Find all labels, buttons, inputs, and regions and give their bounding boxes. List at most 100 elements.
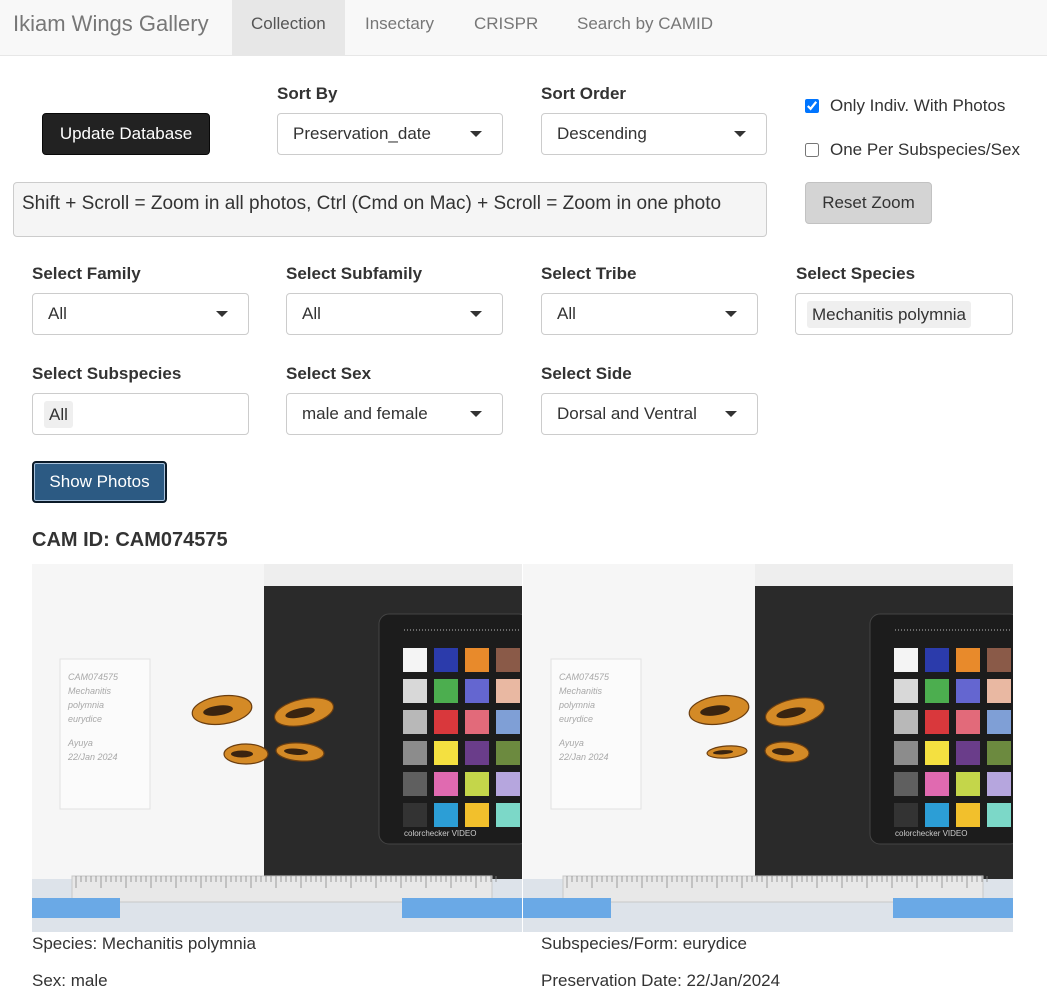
label-handwriting: 22/Jan 2024 — [558, 752, 609, 762]
tab-insectary[interactable]: Insectary — [346, 0, 453, 56]
chevron-down-icon — [725, 411, 737, 417]
sort-by-select[interactable]: Preservation_date — [277, 113, 503, 155]
sort-order-value: Descending — [557, 124, 647, 143]
checker-patch — [987, 803, 1011, 827]
species-label: Select Species — [796, 264, 916, 283]
tribe-label: Select Tribe — [541, 264, 637, 283]
checker-patch — [956, 772, 980, 796]
checker-patch — [894, 710, 918, 734]
checker-patch — [925, 772, 949, 796]
checker-patch — [925, 679, 949, 703]
checker-patch — [956, 679, 980, 703]
tab-collection[interactable]: Collection — [232, 0, 345, 56]
checker-patch — [434, 648, 458, 672]
checker-patch — [496, 679, 520, 703]
checker-patch — [894, 772, 918, 796]
species-info: Species: Mechanitis polymnia — [32, 934, 256, 953]
family-select[interactable]: All — [32, 293, 249, 335]
blue-tape-right — [893, 898, 1013, 918]
side-select[interactable]: Dorsal and Ventral — [541, 393, 758, 435]
checker-text: colorchecker VIDEO — [404, 829, 476, 838]
wing-marking — [231, 750, 253, 758]
sort-order-label: Sort Order — [541, 84, 627, 103]
ventral-photo-image: CAM074575 Mechanitis polymnia eurydice Ayuya… — [523, 564, 1013, 932]
one-per-subspecies-checkbox[interactable] — [805, 143, 819, 157]
checker-patch — [894, 679, 918, 703]
brand-title[interactable]: Ikiam Wings Gallery — [13, 10, 209, 38]
tribe-select[interactable]: All — [541, 293, 758, 335]
checker-patch — [956, 803, 980, 827]
checker-patch — [434, 772, 458, 796]
chevron-down-icon — [470, 411, 482, 417]
label-handwriting: Ayuya — [558, 738, 584, 748]
checker-patch — [403, 803, 427, 827]
checker-patch — [987, 679, 1011, 703]
reset-zoom-button[interactable]: Reset Zoom — [805, 182, 932, 224]
checker-patch — [403, 648, 427, 672]
chevron-down-icon — [470, 131, 482, 137]
checker-patch — [403, 741, 427, 765]
checker-patch — [496, 803, 520, 827]
tab-crispr[interactable]: CRISPR — [455, 0, 557, 56]
species-chip[interactable]: Mechanitis polymnia — [807, 301, 972, 328]
checker-patch — [496, 741, 520, 765]
dorsal-photo[interactable]: CAM074575 Mechanitis polymnia eurydice Ayuya… — [32, 564, 522, 932]
checker-patch — [465, 741, 489, 765]
checker-text: colorchecker VIDEO — [895, 829, 967, 838]
checker-patch — [434, 803, 458, 827]
label-handwriting: Ayuya — [67, 738, 93, 748]
checker-patch — [987, 648, 1011, 672]
checker-patch — [496, 648, 520, 672]
sex-value: male and female — [302, 404, 428, 423]
label-handwriting: Mechanitis — [68, 686, 112, 696]
subfamily-label: Select Subfamily — [286, 264, 423, 283]
ventral-photo[interactable]: CAM074575 Mechanitis polymnia eurydice Ayuya… — [523, 564, 1013, 932]
subfamily-select[interactable]: All — [286, 293, 503, 335]
checker-patch — [894, 648, 918, 672]
label-handwriting: eurydice — [68, 714, 102, 724]
sex-info: Sex: male — [32, 971, 108, 990]
checker-patch — [894, 741, 918, 765]
checker-patch — [925, 710, 949, 734]
only-with-photos-option[interactable]: Only Indiv. With Photos — [805, 95, 1035, 117]
blue-tape-left — [523, 898, 611, 918]
show-photos-button[interactable]: Show Photos — [32, 461, 167, 503]
blue-tape-right — [402, 898, 522, 918]
checker-patch — [465, 648, 489, 672]
subspecies-label: Select Subspecies — [32, 364, 182, 383]
subspecies-chip[interactable]: All — [44, 401, 73, 428]
sort-order-select[interactable]: Descending — [541, 113, 767, 155]
blue-tape-left — [32, 898, 120, 918]
checker-patch — [465, 710, 489, 734]
checker-patch — [925, 648, 949, 672]
only-with-photos-label: Only Indiv. With Photos — [830, 96, 1006, 115]
update-database-button[interactable]: Update Database — [42, 113, 210, 155]
only-with-photos-checkbox[interactable] — [805, 99, 819, 113]
preservation-date-info: Preservation Date: 22/Jan/2024 — [541, 971, 781, 990]
label-handwriting: polymnia — [558, 700, 595, 710]
checker-patch — [403, 710, 427, 734]
one-per-subspecies-option[interactable]: One Per Subspecies/Sex — [805, 139, 1035, 161]
chevron-down-icon — [734, 131, 746, 137]
sort-by-value: Preservation_date — [293, 124, 431, 143]
species-select[interactable]: Mechanitis polymnia — [795, 293, 1013, 335]
label-handwriting: polymnia — [67, 700, 104, 710]
checker-patch — [403, 772, 427, 796]
checker-patch — [403, 679, 427, 703]
family-value: All — [48, 304, 67, 323]
checker-patch — [465, 803, 489, 827]
subspecies-select[interactable]: All — [32, 393, 249, 435]
checker-patch — [434, 741, 458, 765]
navbar: Ikiam Wings Gallery Collection Insectary… — [0, 0, 1047, 56]
tribe-value: All — [557, 304, 576, 323]
zoom-hint: Shift + Scroll = Zoom in all photos, Ctr… — [13, 182, 767, 237]
side-value: Dorsal and Ventral — [557, 404, 697, 423]
chevron-down-icon — [470, 311, 482, 317]
tab-search-by-camid[interactable]: Search by CAMID — [558, 0, 732, 56]
checker-patch — [434, 710, 458, 734]
checker-patch — [987, 710, 1011, 734]
checker-patch — [434, 679, 458, 703]
sex-select[interactable]: male and female — [286, 393, 503, 435]
checker-patch — [956, 648, 980, 672]
chevron-down-icon — [725, 311, 737, 317]
